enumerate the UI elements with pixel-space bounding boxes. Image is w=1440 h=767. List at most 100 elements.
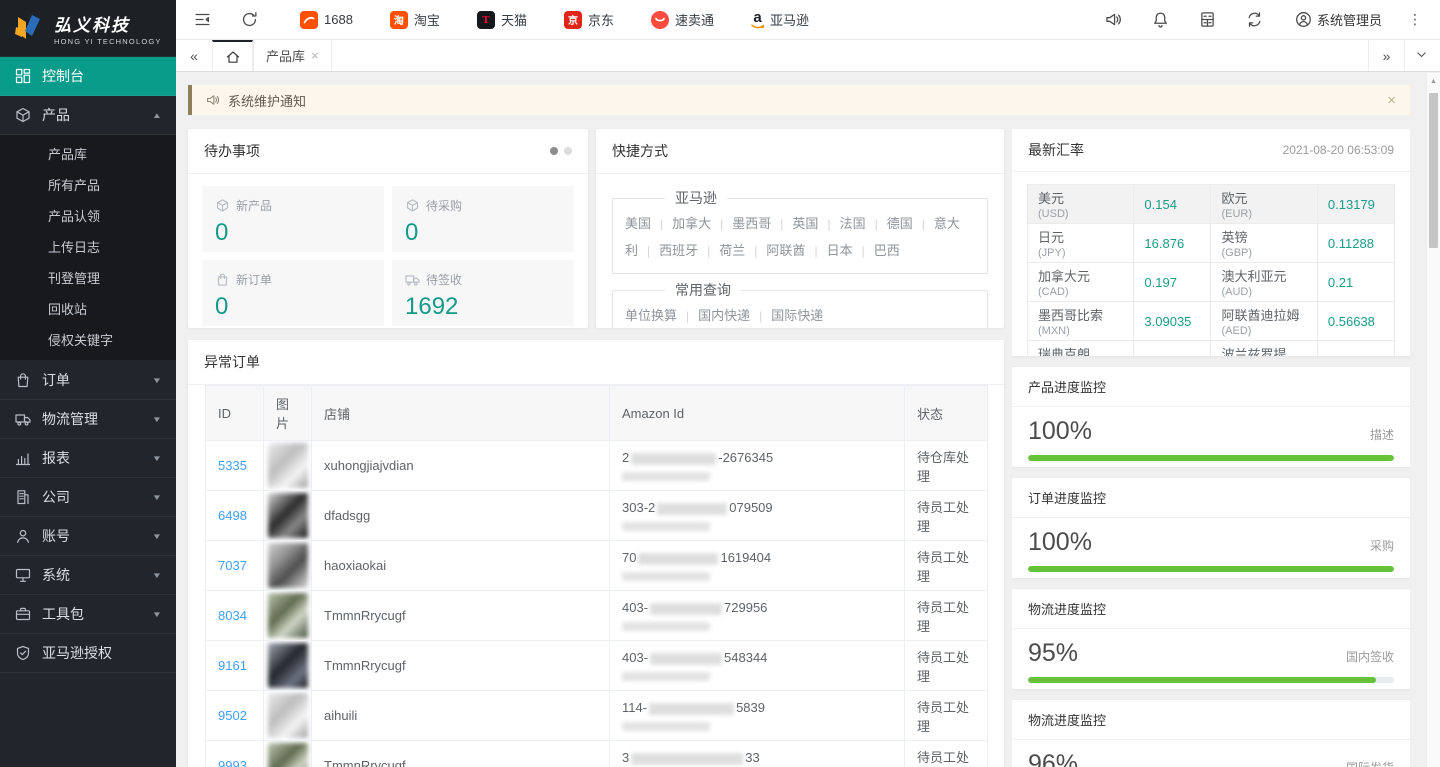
tab-home[interactable] (212, 40, 253, 71)
sidebar-subitem-infringement-keywords[interactable]: 侵权关键字 (0, 325, 176, 356)
marketplace-label: 速卖通 (675, 10, 714, 29)
product-image (268, 493, 308, 538)
more-menu-icon[interactable]: ⋮ (1408, 11, 1422, 28)
shortcut-link[interactable]: 阿联酋 (766, 243, 805, 258)
product-image (268, 743, 308, 767)
shortcut-link[interactable]: 西班牙 (659, 243, 698, 258)
sidebar-item-amazon-auth[interactable]: 亚马逊授权 (0, 634, 176, 673)
order-image-cell (264, 741, 312, 767)
shortcut-link[interactable]: 德国 (887, 216, 913, 231)
marketplace-link-1688[interactable]: 1688 (300, 11, 353, 29)
currency-rate: 1.353706 (1134, 341, 1211, 357)
carousel-dot-active[interactable] (550, 147, 558, 155)
marketplace-link-amazon[interactable]: a亚马逊 (751, 10, 809, 29)
sidebar-item-account[interactable]: 账号▼ (0, 517, 176, 556)
exchange-rate-icon[interactable] (1246, 11, 1263, 28)
marketplace-label: 淘宝 (414, 10, 440, 29)
orders-header-row: ID图片店铺Amazon Id状态 (206, 386, 988, 441)
sidebar-item-report[interactable]: 报表▼ (0, 439, 176, 478)
redacted-line (622, 522, 710, 531)
shortcut-link[interactable]: 国际快递 (771, 308, 823, 323)
order-id-link[interactable]: 6498 (218, 508, 247, 523)
notice-close-icon[interactable]: × (1387, 92, 1396, 109)
order-id-link[interactable]: 7037 (218, 558, 247, 573)
chevron-down-icon: ▼ (152, 610, 162, 619)
shortcut-link[interactable]: 美国 (625, 216, 651, 231)
shortcut-link[interactable]: 巴西 (874, 243, 900, 258)
order-status-cell: 待员工处理 (905, 491, 988, 541)
shortcut-link[interactable]: 法国 (840, 216, 866, 231)
user-menu[interactable]: 系统管理员 (1295, 10, 1382, 29)
sidebar-item-product[interactable]: 产品▲ (0, 96, 176, 135)
close-tab-icon[interactable]: × (311, 49, 319, 62)
amazon-id-suffix: 33 (745, 750, 759, 765)
sidebar-item-toolkit[interactable]: 工具包▼ (0, 595, 176, 634)
shortcut-link[interactable]: 英国 (792, 216, 818, 231)
product-image (268, 543, 308, 588)
sidebar-item-label: 物流管理 (42, 409, 98, 429)
sidebar-subitem-listing-management[interactable]: 刊登管理 (0, 263, 176, 294)
shortcut-link[interactable]: 墨西哥 (732, 216, 771, 231)
todo-tile-new-product: 新产品0 (202, 186, 384, 252)
currency-rate: 0.56638 (1317, 302, 1394, 341)
sidebar-item-console[interactable]: 控制台 (0, 57, 176, 96)
monitor-percent: 100% (1028, 528, 1092, 557)
calculator-icon[interactable] (1199, 11, 1216, 28)
order-id-link[interactable]: 9993 (218, 758, 247, 767)
marketplace-link-taobao[interactable]: 淘淘宝 (390, 10, 440, 29)
redacted-line (622, 672, 710, 681)
order-id-link[interactable]: 8034 (218, 608, 247, 623)
rates-table: 美元(USD)0.154欧元(EUR)0.13179日元(JPY)16.876英… (1027, 184, 1395, 356)
tabs-scroll-left-button[interactable]: « (176, 40, 212, 71)
bell-icon[interactable] (1152, 11, 1169, 28)
order-id-link[interactable]: 9502 (218, 708, 247, 723)
monitor-label: 描述 (1370, 426, 1394, 443)
sidebar-subitem-product-claim[interactable]: 产品认领 (0, 201, 176, 232)
sidebar-item-system[interactable]: 系统▼ (0, 556, 176, 595)
sidebar-item-company[interactable]: 公司▼ (0, 478, 176, 517)
sidebar-item-label: 控制台 (42, 66, 84, 86)
order-shop-cell: haoxiaokai (312, 541, 610, 591)
product-image (268, 443, 308, 488)
amazon-id-prefix: 114- (622, 700, 647, 715)
sidebar-subitem-product-library[interactable]: 产品库 (0, 139, 176, 170)
sidebar-item-label: 公司 (42, 487, 70, 507)
shortcut-link[interactable]: 国内快递 (698, 308, 750, 323)
rate-row: 瑞典克朗(SEK)1.353706波兰兹罗提(PLN)0.60374 (1028, 341, 1395, 357)
shortcut-link[interactable]: 荷兰 (719, 243, 745, 258)
refresh-icon[interactable] (241, 11, 258, 28)
tabs-menu-button[interactable] (1404, 40, 1440, 71)
sidebar-menu: 控制台产品▲产品库所有产品产品认领上传日志刊登管理回收站侵权关键字订单▼物流管理… (0, 57, 176, 673)
scrollbar-thumb[interactable] (1429, 93, 1438, 248)
sidebar-item-order[interactable]: 订单▼ (0, 361, 176, 400)
marketplace-link-aliexpress[interactable]: 速卖通 (651, 10, 714, 29)
progress-bar (1028, 677, 1394, 683)
announcement-icon[interactable] (1105, 11, 1122, 28)
order-id-link[interactable]: 9161 (218, 658, 247, 673)
redacted-line (622, 622, 710, 631)
content-scrollbar[interactable]: ▲ (1426, 73, 1440, 767)
shortcut-link[interactable]: 日本 (827, 243, 853, 258)
1688-icon (300, 11, 318, 29)
sidebar-item-logistics[interactable]: 物流管理▼ (0, 400, 176, 439)
tab-product-library[interactable]: 产品库 × (253, 40, 332, 71)
shortcut-link[interactable]: 单位换算 (625, 308, 677, 323)
redacted-line (622, 722, 710, 731)
menu-fold-icon[interactable] (194, 11, 211, 28)
marketplace-link-tmall[interactable]: T天猫 (477, 10, 527, 29)
sidebar-subitem-recycle-bin[interactable]: 回收站 (0, 294, 176, 325)
order-image-cell (264, 491, 312, 541)
amazon-id-prefix: 403- (622, 650, 648, 665)
order-id-link[interactable]: 5335 (218, 458, 247, 473)
tabs-scroll-right-button[interactable]: » (1368, 40, 1404, 71)
logo: 弘义科技 HONG YI TECHNOLOGY (0, 0, 176, 57)
redacted-segment (631, 453, 716, 465)
sidebar-subitem-upload-log[interactable]: 上传日志 (0, 232, 176, 263)
carousel-dot[interactable] (564, 147, 572, 155)
progress-bar-fill (1028, 677, 1376, 683)
sidebar-subitem-all-products[interactable]: 所有产品 (0, 170, 176, 201)
scrollbar-up-icon[interactable]: ▲ (1427, 73, 1440, 85)
amazon-id-suffix: 548344 (724, 650, 767, 665)
shortcut-link[interactable]: 加拿大 (672, 216, 711, 231)
marketplace-link-jd[interactable]: 京京东 (564, 10, 614, 29)
